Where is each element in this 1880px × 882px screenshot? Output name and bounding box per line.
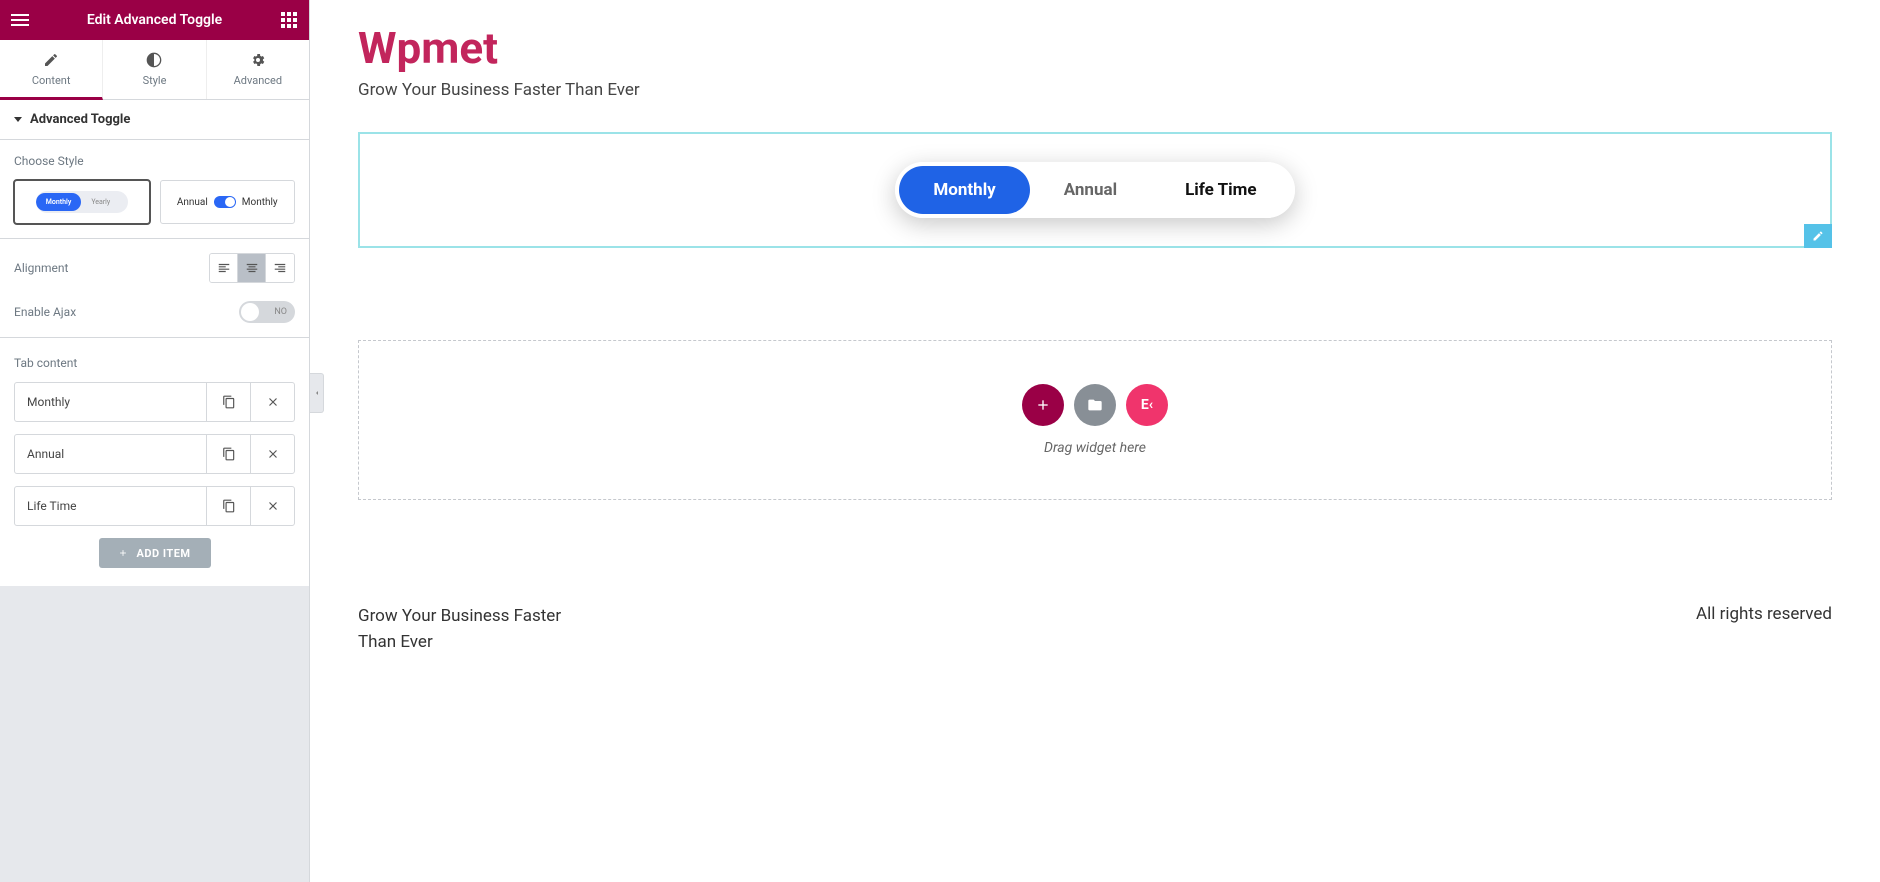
- panel-style: Choose Style Monthly Yearly Annual Month…: [0, 140, 309, 239]
- alignment-label: Alignment: [14, 261, 68, 275]
- choose-style-label: Choose Style: [14, 154, 295, 168]
- folder-icon: [1087, 397, 1103, 413]
- canvas: Wpmet Grow Your Business Faster Than Eve…: [310, 0, 1880, 882]
- add-item-button[interactable]: ADD ITEM: [99, 538, 211, 568]
- footer-left-text: Grow Your Business Faster Than Ever: [358, 604, 598, 655]
- editor-sidebar: Edit Advanced Toggle Content Style Advan…: [0, 0, 310, 882]
- elementskit-button[interactable]: E‹: [1126, 384, 1168, 426]
- dropzone-hint: Drag widget here: [1044, 440, 1146, 456]
- advanced-toggle-widget[interactable]: Monthly Annual Life Time: [358, 132, 1832, 248]
- tab-item-label: Monthly: [15, 395, 206, 409]
- tab-content-label: Tab content: [14, 356, 295, 370]
- plus-icon: [118, 548, 128, 558]
- copy-icon: [222, 395, 236, 409]
- toggle-option-annual[interactable]: Annual: [1030, 166, 1151, 214]
- footer-right-text: All rights reserved: [1696, 604, 1832, 624]
- enable-ajax-switch[interactable]: NO: [239, 301, 295, 323]
- align-center-button[interactable]: [238, 254, 266, 282]
- pencil-icon: [1812, 230, 1824, 242]
- plus-icon: [1035, 397, 1051, 413]
- panel-tab-content: Tab content Monthly Annual Life Time ADD…: [0, 338, 309, 586]
- page-subtitle: Grow Your Business Faster Than Ever: [358, 80, 1832, 100]
- menu-button[interactable]: [0, 0, 40, 40]
- tab-content[interactable]: Content: [0, 40, 103, 100]
- tab-item-label: Life Time: [15, 499, 206, 513]
- align-left-icon: [217, 261, 231, 275]
- ek-icon: E‹: [1141, 397, 1153, 413]
- close-icon: [266, 499, 280, 513]
- remove-button[interactable]: [250, 383, 294, 421]
- template-library-button[interactable]: [1074, 384, 1116, 426]
- copy-icon: [222, 447, 236, 461]
- toggle-option-lifetime[interactable]: Life Time: [1151, 166, 1290, 214]
- panel-controls: Alignment Enable Ajax NO: [0, 239, 309, 338]
- duplicate-button[interactable]: [206, 487, 250, 525]
- align-center-icon: [245, 261, 259, 275]
- remove-button[interactable]: [250, 435, 294, 473]
- align-left-button[interactable]: [210, 254, 238, 282]
- hamburger-icon: [11, 14, 29, 26]
- widget-dropzone[interactable]: E‹ Drag widget here: [358, 340, 1832, 500]
- toggle-option-monthly[interactable]: Monthly: [899, 166, 1029, 214]
- sidebar-title: Edit Advanced Toggle: [87, 12, 222, 28]
- sidebar-header: Edit Advanced Toggle: [0, 0, 309, 40]
- contrast-icon: [146, 52, 162, 68]
- gear-icon: [250, 52, 266, 68]
- grid-icon: [281, 12, 297, 28]
- tab-content-item[interactable]: Life Time: [14, 486, 295, 526]
- tab-advanced[interactable]: Advanced: [207, 40, 309, 99]
- tab-content-item[interactable]: Annual: [14, 434, 295, 474]
- alignment-group: [209, 253, 295, 283]
- align-right-button[interactable]: [266, 254, 294, 282]
- mini-toggle-icon: [214, 196, 236, 208]
- page-footer: Grow Your Business Faster Than Ever All …: [358, 604, 1832, 655]
- duplicate-button[interactable]: [206, 383, 250, 421]
- style-option-switch[interactable]: Annual Monthly: [160, 180, 296, 224]
- page-title: Wpmet: [358, 22, 1832, 74]
- close-icon: [266, 395, 280, 409]
- caret-down-icon: [14, 117, 22, 122]
- style-options: Monthly Yearly Annual Monthly: [14, 180, 295, 224]
- copy-icon: [222, 499, 236, 513]
- tab-item-label: Annual: [15, 447, 206, 461]
- remove-button[interactable]: [250, 487, 294, 525]
- tab-style[interactable]: Style: [103, 40, 206, 99]
- edit-widget-button[interactable]: [1804, 224, 1832, 248]
- widgets-grid-button[interactable]: [269, 0, 309, 40]
- align-right-icon: [273, 261, 287, 275]
- duplicate-button[interactable]: [206, 435, 250, 473]
- enable-ajax-label: Enable Ajax: [14, 305, 76, 319]
- close-icon: [266, 447, 280, 461]
- section-advanced-toggle[interactable]: Advanced Toggle: [0, 100, 309, 140]
- add-section-button[interactable]: [1022, 384, 1064, 426]
- pencil-icon: [43, 52, 59, 68]
- tab-content-item[interactable]: Monthly: [14, 382, 295, 422]
- style-option-pill[interactable]: Monthly Yearly: [14, 180, 150, 224]
- toggle-pill: Monthly Annual Life Time: [895, 162, 1294, 218]
- editor-tabs: Content Style Advanced: [0, 40, 309, 100]
